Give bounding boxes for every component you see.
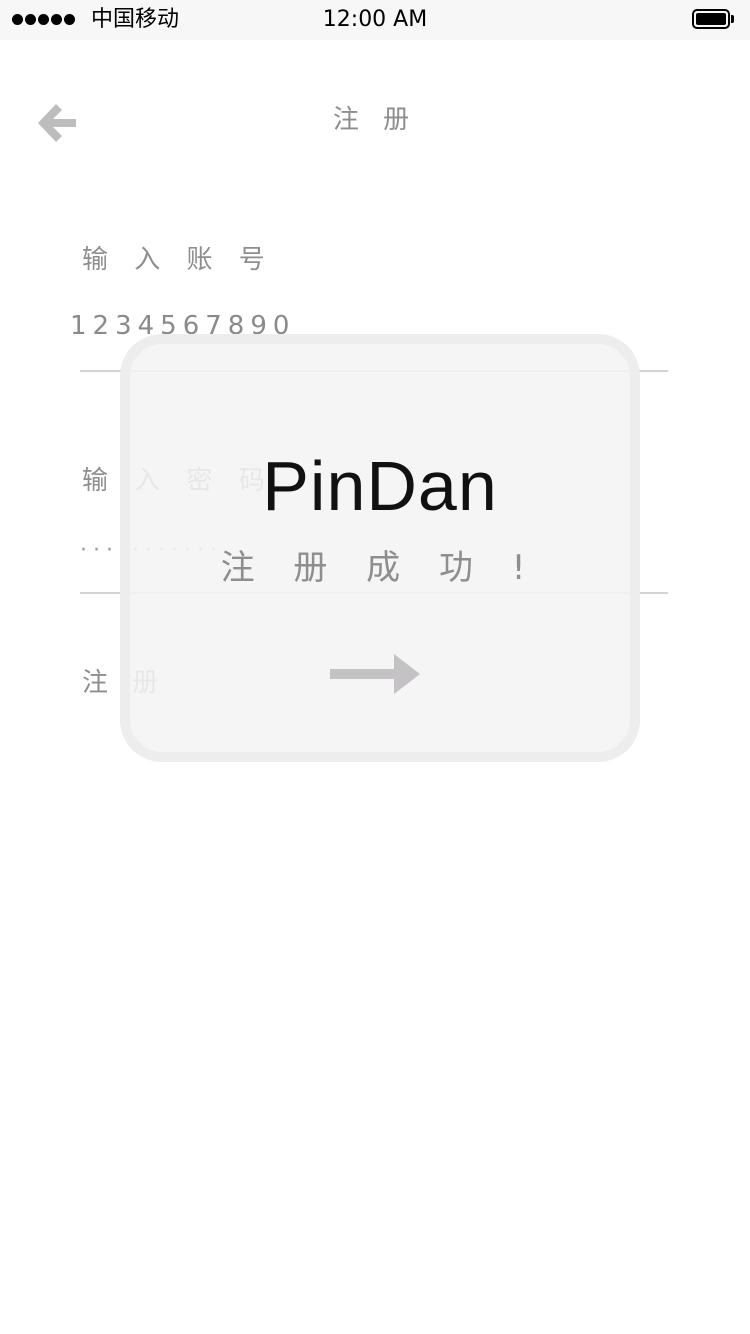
continue-button[interactable]	[330, 650, 424, 698]
status-bar: 中国移动 12:00 AM	[0, 0, 750, 40]
status-time: 12:00 AM	[322, 7, 428, 32]
right-arrow-icon	[330, 654, 420, 694]
popup-success-message: 注 册 成 功 !	[220, 548, 540, 588]
popup-brand-name: PinDan	[262, 447, 498, 525]
page-title: 注 册	[332, 105, 418, 135]
battery-cap	[731, 15, 734, 23]
battery-icon	[692, 9, 730, 29]
account-label: 输 入 账 号	[82, 245, 274, 275]
success-popup: PinDan 注 册 成 功 !	[120, 334, 640, 762]
